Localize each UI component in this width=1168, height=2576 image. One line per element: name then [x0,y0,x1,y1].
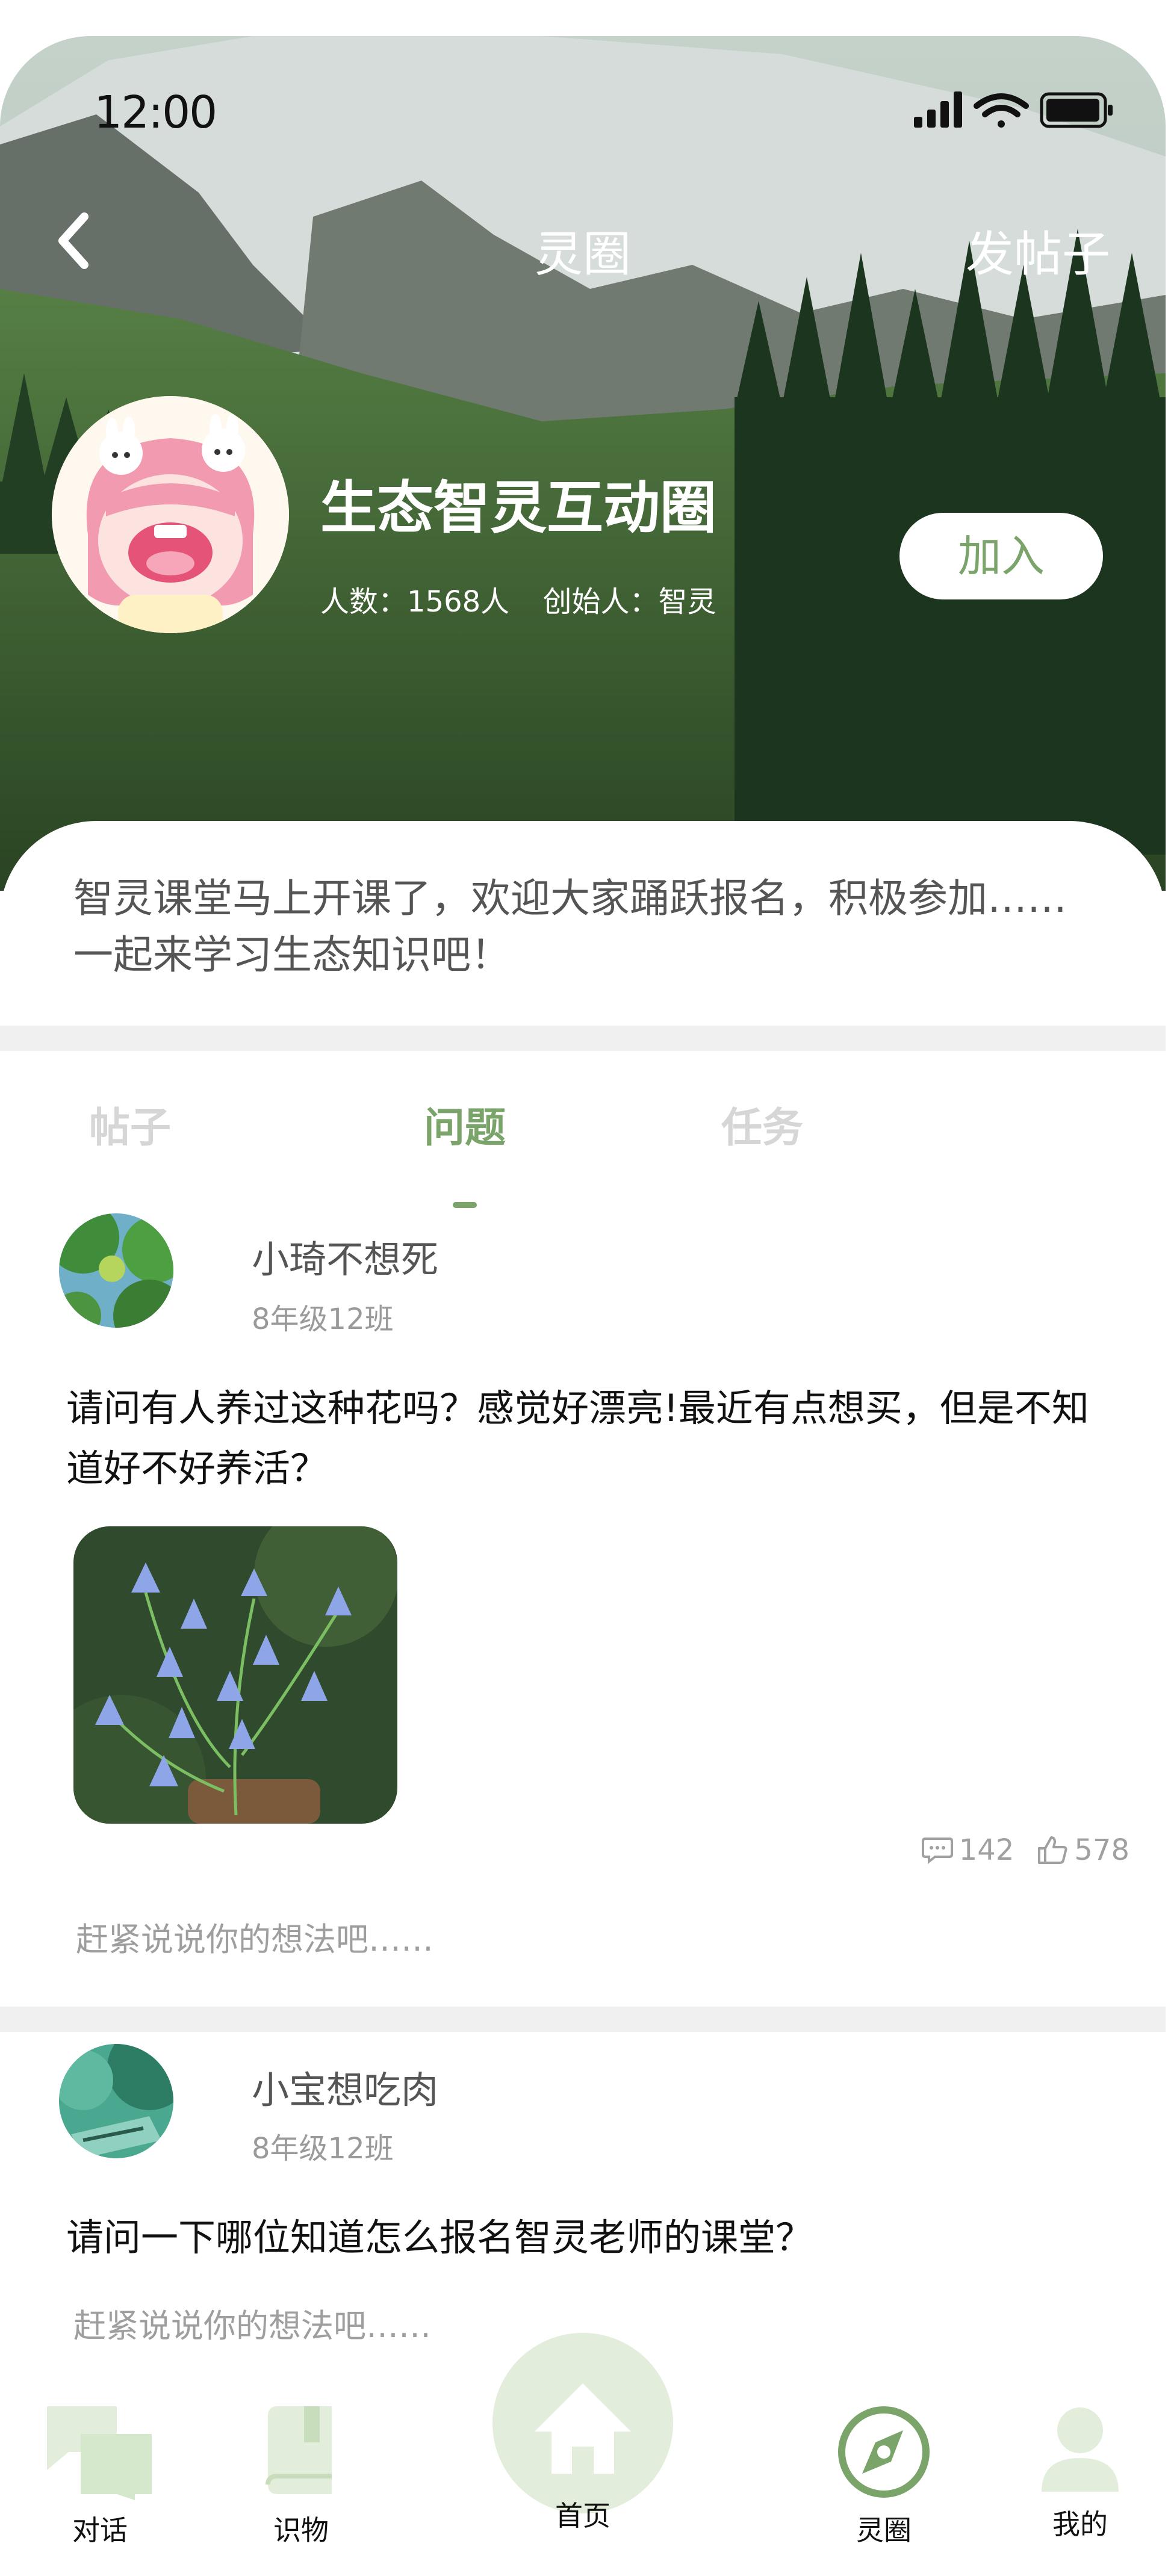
compass-icon [838,2406,930,2498]
circle-meta: 人数：1568人 创始人：智灵 [320,578,740,620]
nav-label: 灵圈 [856,2514,912,2547]
nav-profile[interactable]: 我的 [1002,2404,1158,2542]
member-count: 人数：1568人 [320,585,510,619]
nav-label: 对话 [72,2514,128,2547]
nav-identify[interactable]: 识物 [223,2404,379,2548]
nav-label: 识物 [273,2514,329,2547]
home-icon [535,2383,631,2474]
join-button[interactable]: 加入 [899,513,1103,599]
post-user-class: 8年级12班 [252,2132,394,2166]
active-tab-indicator [453,1202,477,1208]
post-text-line-2: 道好不好养活？ [66,1446,328,1490]
create-post-button[interactable]: 发帖子 [966,215,1110,285]
wifi-icon [974,93,1029,128]
comment-input[interactable]: 赶紧说说你的想法吧…… [73,2299,431,2347]
post-text[interactable]: 请问有人养过这种花吗？感觉好漂亮!最近有点想买，但是不知 道好不好养活？ [66,1378,1114,1499]
intro-line-1: 智灵课堂马上开课了，欢迎大家踊跃报名，积极参加…… [73,875,1067,921]
post-text-line-1: 请问有人养过这种花吗？感觉好漂亮!最近有点想买，但是不知 [66,1386,1089,1430]
circle-avatar [52,396,289,633]
like-icon[interactable] [1037,1835,1068,1865]
circle-intro-card: 智灵课堂马上开课了，欢迎大家踊跃报名，积极参加…… 一起来学习生态知识吧！ [0,821,1166,1026]
nav-label: 首页 [555,2500,610,2532]
post-text-line-1: 请问一下哪位知道怎么报名智灵老师的课堂？ [66,2215,813,2259]
section-divider [0,1026,1166,1051]
battery-icon [1040,92,1113,128]
nav-circle[interactable]: 灵圈 [806,2404,962,2548]
signal-icon [914,91,962,128]
nav-home[interactable]: 首页 [505,2365,661,2534]
nav-label: 我的 [1052,2508,1108,2540]
post-text[interactable]: 请问一下哪位知道怎么报名智灵老师的课堂？ [66,2208,1114,2268]
post-user-class: 8年级12班 [252,1302,394,1336]
chat-icon [47,2406,152,2500]
tab-questions[interactable]: 问题 [424,1094,506,1154]
intro-line-2: 一起来学习生态知识吧！ [73,932,511,978]
comment-icon[interactable] [921,1836,953,1864]
book-icon [266,2406,332,2494]
founder: 创始人：智灵 [542,585,716,619]
section-divider [0,2007,1166,2032]
tab-bar: 帖子 问题 任务 [0,1094,1166,1166]
like-count: 578 [1074,1833,1129,1867]
status-time: 12:00 [94,87,217,138]
app-screen: 12:00 灵圈 发帖子 生态智灵互动圈 人数：1568人 创始人：智灵 加入 … [0,36,1166,2576]
comment-input[interactable]: 赶紧说说你的想法吧…… [76,1913,433,1960]
comment-count: 142 [958,1833,1014,1867]
circle-hero: 12:00 灵圈 发帖子 生态智灵互动圈 人数：1568人 创始人：智灵 加入 [0,36,1166,891]
post-username[interactable]: 小琦不想死 [252,1229,438,1283]
circle-name: 生态智灵互动圈 [320,475,717,541]
post-username[interactable]: 小宝想吃肉 [252,2060,438,2114]
circle-intro: 智灵课堂马上开课了，欢迎大家踊跃报名，积极参加…… 一起来学习生态知识吧！ [73,870,1109,983]
status-icons [914,91,1113,128]
avatar[interactable] [59,1213,173,1328]
avatar[interactable] [59,2044,173,2158]
tab-posts[interactable]: 帖子 [89,1094,171,1154]
nav-chat[interactable]: 对话 [22,2404,178,2548]
post-stats: 142 578 [921,1833,1129,1867]
user-icon [1042,2407,1119,2492]
post-image[interactable] [73,1526,397,1824]
tab-tasks[interactable]: 任务 [721,1094,803,1154]
